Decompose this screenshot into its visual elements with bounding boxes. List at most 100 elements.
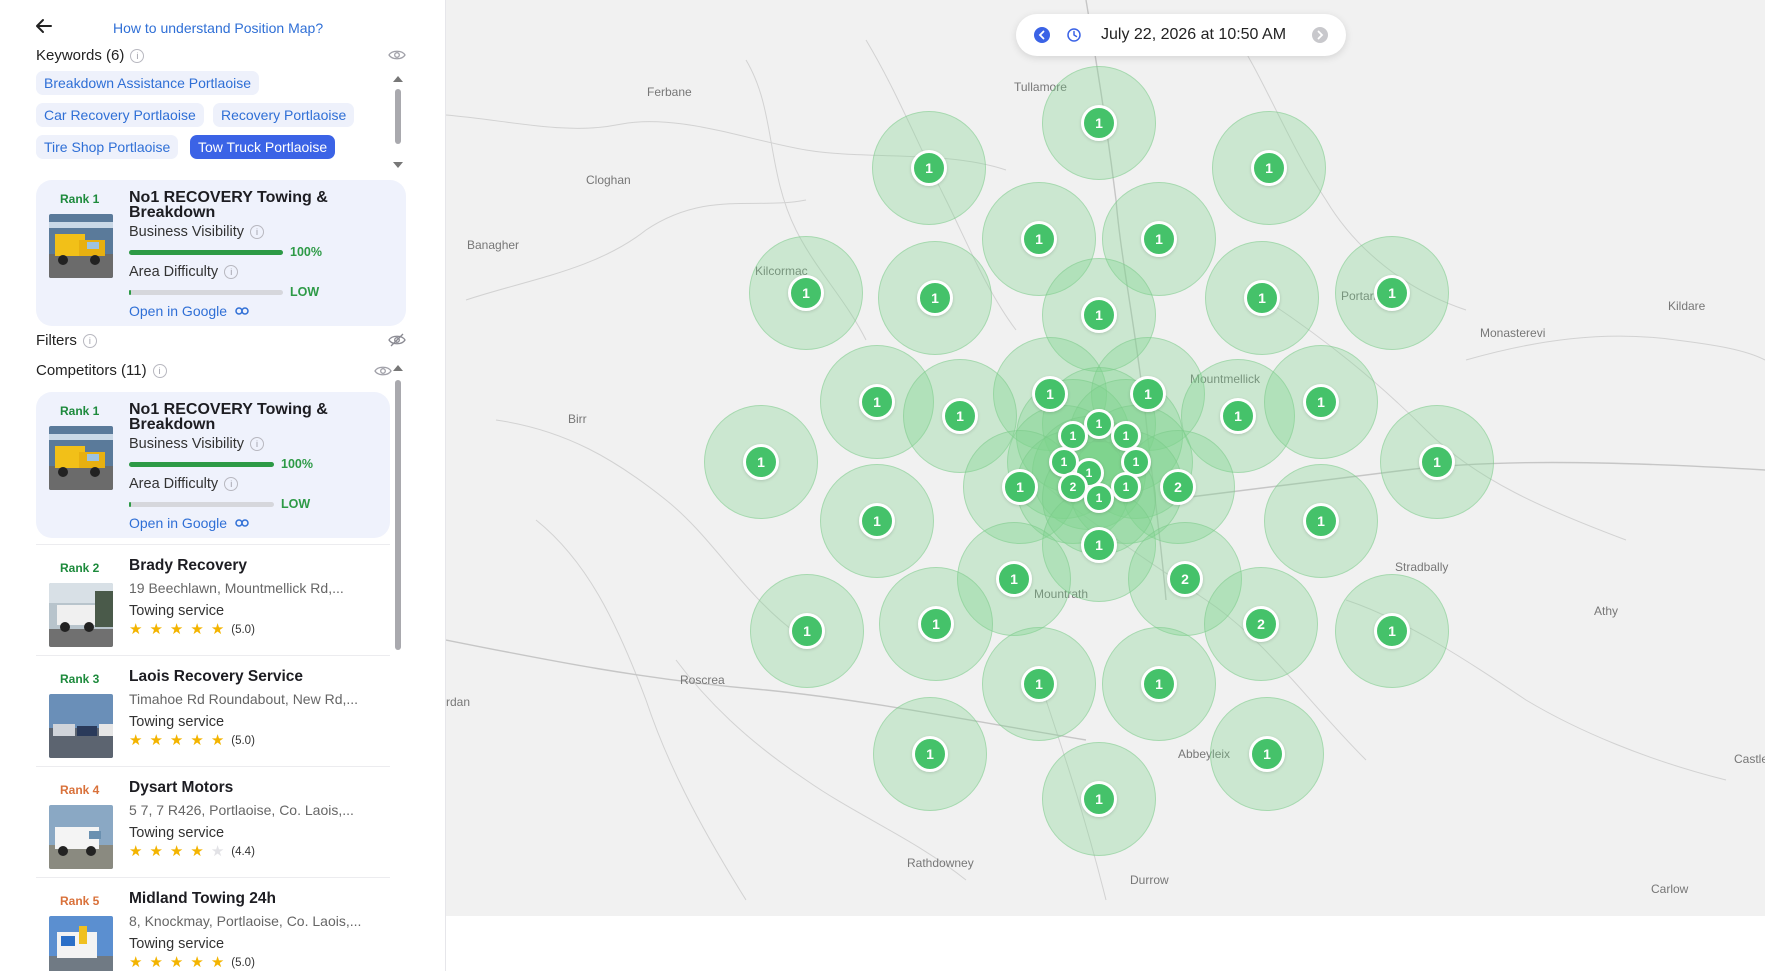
rank-pin[interactable]: 1	[743, 444, 779, 480]
rank-pin[interactable]: 1	[1419, 444, 1455, 480]
scroll-thumb[interactable]	[395, 89, 401, 144]
help-link[interactable]: How to understand Position Map?	[113, 20, 323, 36]
rank-pin[interactable]: 1	[1249, 736, 1285, 772]
list-item[interactable]: Rank 3 Laois Recovery Service Timahoe Rd…	[36, 655, 390, 765]
list-item[interactable]: Rank 5 Midland Towing 24h 8, Knockmay, P…	[36, 877, 390, 971]
town-label: Kildare	[1668, 299, 1706, 313]
competitor-name: Dysart Motors	[129, 779, 234, 796]
competitor-name: Laois Recovery Service	[129, 668, 304, 685]
rank-pin[interactable]: 1	[942, 398, 978, 434]
rank-pin[interactable]: 2	[1160, 469, 1196, 505]
rank-pin[interactable]: 1	[1141, 666, 1177, 702]
info-icon[interactable]: i	[249, 225, 264, 239]
rank-pin[interactable]: 1	[1021, 666, 1057, 702]
rank-pin[interactable]: 1	[1021, 221, 1057, 257]
selected-business-card[interactable]: Rank 1 No1 RECOVERY Towing & Breakdown B…	[36, 180, 406, 326]
difficulty-label-row: Area Difficulty i	[129, 476, 239, 492]
list-item[interactable]: Rank 4 Dysart Motors 5 7, 7 R426, Portla…	[36, 766, 390, 876]
rank-pin[interactable]: 1	[859, 503, 895, 539]
next-icon[interactable]	[1312, 27, 1328, 43]
open-in-google-link[interactable]: Open in Google	[129, 303, 249, 319]
rank-pin[interactable]: 1	[1032, 376, 1068, 412]
visibility-label-row: Business Visibility i	[129, 436, 264, 452]
keywords-scrollbar[interactable]	[393, 74, 403, 170]
rank-pin[interactable]: 1	[918, 606, 954, 642]
eye-icon[interactable]	[374, 364, 392, 378]
rank-pin[interactable]: 1	[996, 561, 1032, 597]
rank-badge: Rank 3	[60, 672, 100, 686]
open-in-google-label: Open in Google	[129, 515, 228, 531]
rank-pin[interactable]: 2	[1243, 606, 1279, 642]
keyword-chip[interactable]: Tire Shop Portlaoise	[36, 135, 179, 159]
difficulty-value: LOW	[281, 497, 311, 511]
star-icon: ★	[210, 732, 225, 749]
rank-pin[interactable]: 1	[1081, 105, 1117, 141]
rank-pin[interactable]: 1	[1244, 280, 1280, 316]
rank-pin[interactable]: 1	[1111, 472, 1141, 502]
scroll-up-icon[interactable]	[393, 76, 403, 82]
rank-pin[interactable]: 1	[859, 384, 895, 420]
rank-pin[interactable]: 1	[789, 613, 825, 649]
visibility-label: Business Visibility	[129, 224, 244, 240]
town-label: Athy	[1594, 604, 1619, 618]
visibility-bar-fill	[129, 250, 283, 255]
info-icon[interactable]: i	[224, 265, 239, 279]
filters-header[interactable]: Filters i	[36, 332, 97, 349]
rank-pin[interactable]: 1	[1081, 527, 1117, 563]
info-icon[interactable]: i	[152, 363, 167, 378]
keyword-chip[interactable]: Breakdown Assistance Portlaoise	[36, 71, 259, 95]
rank-badge: Rank 1	[60, 404, 100, 418]
info-icon[interactable]: i	[249, 437, 264, 451]
difficulty-bar	[129, 290, 283, 295]
rank-pin[interactable]: 1	[1084, 409, 1114, 439]
rank-pin[interactable]: 1	[1081, 297, 1117, 333]
star-icon: ★	[149, 621, 163, 638]
business-photo	[49, 426, 113, 490]
visibility-label: Business Visibility	[129, 436, 244, 452]
rank-pin[interactable]: 1	[1081, 781, 1117, 817]
list-item[interactable]: Rank 2 Brady Recovery 19 Beechlawn, Moun…	[36, 544, 390, 654]
rank-pin[interactable]: 1	[1141, 221, 1177, 257]
star-icon: ★	[149, 732, 163, 749]
rank-pin[interactable]: 1	[1251, 150, 1287, 186]
rank-pin[interactable]: 1	[917, 280, 953, 316]
rank-pin[interactable]: 2	[1167, 561, 1203, 597]
rank-pin[interactable]: 1	[1002, 469, 1038, 505]
town-label: Castle	[1734, 752, 1765, 766]
back-arrow-icon[interactable]	[34, 16, 54, 36]
star-icon: ★	[210, 621, 225, 638]
rank-badge: Rank 1	[60, 192, 100, 206]
competitor-category: Towing service	[129, 825, 225, 841]
rank-pin[interactable]: 1	[1374, 275, 1410, 311]
rank-pin[interactable]: 1	[1374, 613, 1410, 649]
info-icon[interactable]: i	[224, 477, 239, 491]
rank-pin[interactable]: 1	[1084, 483, 1114, 513]
rank-pin[interactable]: 1	[1303, 503, 1339, 539]
history-icon[interactable]	[1066, 27, 1082, 43]
info-icon[interactable]: i	[82, 333, 97, 348]
rank-pin[interactable]: 1	[911, 150, 947, 186]
competitor-card-top[interactable]: Rank 1 No1 RECOVERY Towing & Breakdown B…	[36, 392, 390, 538]
open-in-google-label: Open in Google	[129, 303, 228, 319]
keywords-label: Keywords (6)	[36, 47, 125, 64]
datetime-selector[interactable]: July 22, 2026 at 10:50 AM	[1016, 14, 1346, 56]
eye-icon[interactable]	[388, 48, 406, 62]
scroll-thumb[interactable]	[395, 380, 401, 650]
map-footer	[446, 916, 1765, 971]
info-icon[interactable]: i	[130, 48, 145, 63]
keyword-chip[interactable]: Recovery Portlaoise	[213, 103, 355, 127]
star-icon: ★	[169, 843, 184, 860]
rank-pin[interactable]: 1	[912, 736, 948, 772]
rank-pin[interactable]: 1	[1130, 376, 1166, 412]
open-in-google-link[interactable]: Open in Google	[129, 515, 249, 531]
scroll-up-icon[interactable]	[393, 365, 403, 371]
rank-pin[interactable]: 1	[788, 275, 824, 311]
keyword-chip[interactable]: Car Recovery Portlaoise	[36, 103, 204, 127]
competitors-scrollbar[interactable]	[393, 365, 403, 650]
rank-pin[interactable]: 1	[1303, 384, 1339, 420]
prev-icon[interactable]	[1034, 27, 1050, 43]
scroll-down-icon[interactable]	[393, 162, 403, 168]
eye-off-icon[interactable]	[388, 333, 406, 347]
rank-pin[interactable]: 1	[1220, 398, 1256, 434]
keyword-chip-active[interactable]: Tow Truck Portlaoise	[190, 135, 336, 159]
